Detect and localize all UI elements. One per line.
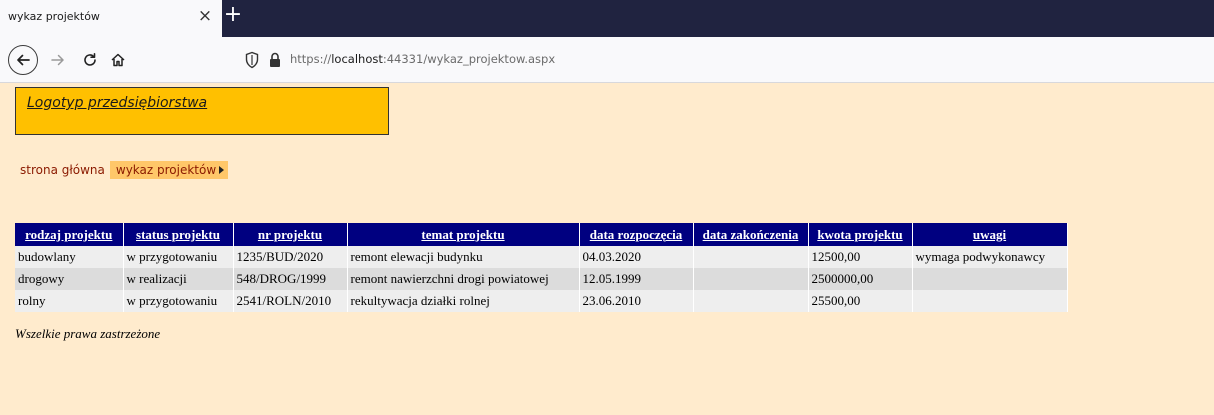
column-header-rodzaj[interactable]: rodzaj projektu <box>15 223 124 246</box>
address-bar[interactable]: https://localhost:44331/wykaz_projektow.… <box>238 47 1214 73</box>
table-cell: w przygotowaniu <box>123 246 234 268</box>
table-cell <box>693 268 809 290</box>
projects-table: rodzaj projektu status projektu nr proje… <box>15 223 1068 312</box>
table-row: rolny w przygotowaniu 2541/ROLN/2010 rek… <box>15 290 1068 312</box>
table-cell <box>912 268 1068 290</box>
table-cell: budowlany <box>15 246 124 268</box>
column-header-temat[interactable]: temat projektu <box>347 223 580 246</box>
logo-link[interactable]: Logotyp przedsiębiorstwa <box>27 95 207 111</box>
url-scheme: https:// <box>290 52 332 66</box>
table-cell: remont nawierzchni drogi powiatowej <box>347 268 580 290</box>
table-cell: w realizacji <box>123 268 234 290</box>
column-header-data-zakonczenia[interactable]: data zakończenia <box>693 223 809 246</box>
browser-tab[interactable]: wykaz projektów × <box>0 0 222 37</box>
lock-icon[interactable] <box>268 51 282 69</box>
table-cell: 23.06.2010 <box>579 290 694 312</box>
browser-tab-bar: wykaz projektów × + <box>0 0 1214 37</box>
table-cell: remont elewacji budynku <box>347 246 580 268</box>
table-cell: 25500,00 <box>808 290 913 312</box>
table-header-row: rodzaj projektu status projektu nr proje… <box>15 223 1068 246</box>
url-host: localhost <box>331 52 383 66</box>
breadcrumb-home-link[interactable]: strona główna <box>15 163 110 177</box>
table-cell: 548/DROG/1999 <box>233 268 348 290</box>
breadcrumb-current-label: wykaz projektów <box>115 163 217 177</box>
home-icon <box>111 53 125 67</box>
table-cell: wymaga podwykonawcy <box>912 246 1068 268</box>
table-cell: drogowy <box>15 268 124 290</box>
url-text[interactable]: https://localhost:44331/wykaz_projektow.… <box>290 52 555 66</box>
table-cell: 1235/BUD/2020 <box>233 246 348 268</box>
forward-button[interactable] <box>46 48 70 72</box>
table-row: budowlany w przygotowaniu 1235/BUD/2020 … <box>15 246 1068 268</box>
new-tab-icon[interactable]: + <box>222 3 244 29</box>
breadcrumb-current[interactable]: wykaz projektów <box>109 161 229 179</box>
table-cell: rekultywacja działki rolnej <box>347 290 580 312</box>
table-cell: 12.05.1999 <box>579 268 694 290</box>
column-header-uwagi[interactable]: uwagi <box>912 223 1068 246</box>
reload-button[interactable] <box>78 48 102 72</box>
column-header-status[interactable]: status projektu <box>123 223 234 246</box>
footer-copyright: Wszelkie prawa zastrzeżone <box>15 326 161 341</box>
table-cell <box>912 290 1068 312</box>
table-cell: 12500,00 <box>808 246 913 268</box>
shield-icon[interactable] <box>244 51 260 69</box>
logo-box: Logotyp przedsiębiorstwa <box>15 87 389 135</box>
column-header-data-rozpoczecia[interactable]: data rozpoczęcia <box>579 223 694 246</box>
table-cell <box>693 246 809 268</box>
triangle-right-icon <box>219 166 225 174</box>
url-path: :44331/wykaz_projektow.aspx <box>382 52 556 66</box>
tab-close-icon[interactable]: × <box>194 4 216 28</box>
table-cell: 2541/ROLN/2010 <box>233 290 348 312</box>
tab-title: wykaz projektów <box>8 10 100 23</box>
breadcrumb: strona główna wykaz projektów <box>15 160 229 180</box>
table-cell: 2500000,00 <box>808 268 913 290</box>
home-button[interactable] <box>106 48 130 72</box>
column-header-nr[interactable]: nr projektu <box>233 223 348 246</box>
arrow-left-icon <box>17 54 30 66</box>
browser-nav-bar: https://localhost:44331/wykaz_projektow.… <box>0 37 1214 83</box>
back-button[interactable] <box>8 45 38 75</box>
table-row: drogowy w realizacji 548/DROG/1999 remon… <box>15 268 1068 290</box>
column-header-kwota[interactable]: kwota projektu <box>808 223 913 246</box>
table-cell: 04.03.2020 <box>579 246 694 268</box>
reload-icon <box>84 53 96 66</box>
arrow-right-icon <box>51 54 64 66</box>
table-cell: w przygotowaniu <box>123 290 234 312</box>
table-cell: rolny <box>15 290 124 312</box>
table-cell <box>693 290 809 312</box>
